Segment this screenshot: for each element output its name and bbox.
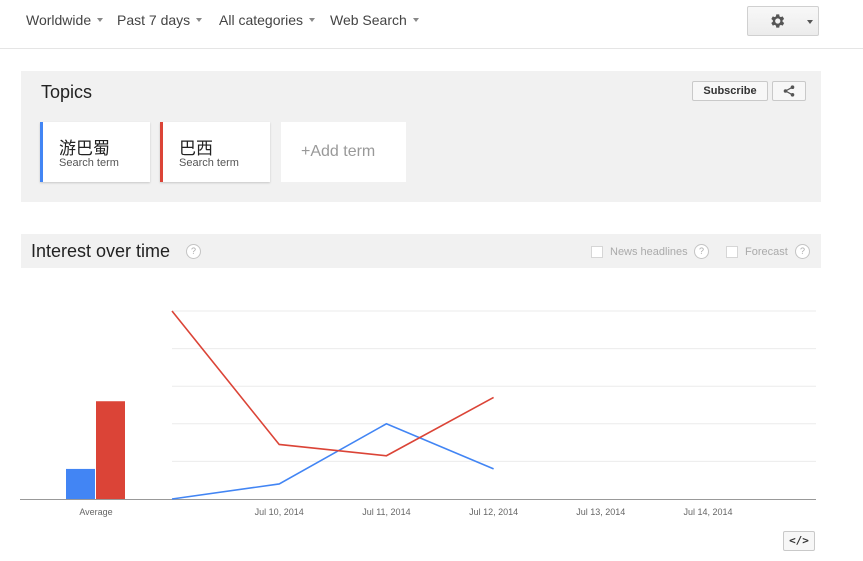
term-color-bar [160,122,163,182]
topics-title: Topics [41,82,93,102]
time-filter[interactable]: Past 7 days [117,12,203,28]
x-tick-label: Jul 11, 2014 [362,507,410,517]
search-type-filter[interactable]: Web Search [330,12,419,28]
time-filter-label: Past 7 days [117,12,191,28]
category-filter-label: All categories [219,12,304,28]
topics-panel: Topics Subscribe 游巴蜀 Search term 巴西 Sear… [21,71,821,202]
term-type: Search term [179,157,239,169]
term-type: Search term [59,157,119,169]
x-tick-label: Jul 13, 2014 [576,507,625,517]
gear-icon [771,14,785,28]
add-term-label: +Add term [301,143,376,160]
term-name: 巴西 [179,139,213,158]
share-button[interactable] [772,81,806,101]
term-card-2[interactable]: 巴西 Search term [160,122,270,182]
average-bar [66,468,95,499]
embed-button[interactable]: </> [783,531,815,551]
chevron-down-icon [196,18,203,23]
term-color-bar [40,122,43,182]
chart-gridlines [20,310,816,500]
news-headlines-label: News headlines [610,246,688,258]
interest-over-time-title: Interest over time [31,241,171,261]
interest-over-time-header: Interest over time ? News headlines ? Fo… [21,234,821,268]
help-icon[interactable]: ? [694,244,709,259]
chevron-down-icon [807,20,813,24]
region-filter-label: Worldwide [26,12,92,28]
x-tick-label: Jul 10, 2014 [255,507,304,517]
forecast-label: Forecast [745,246,788,258]
chart-lines [171,310,494,500]
share-icon [783,85,795,97]
help-icon[interactable]: ? [186,244,201,259]
chevron-down-icon [97,18,104,23]
subscribe-button[interactable]: Subscribe [692,81,768,101]
average-label: Average [79,507,112,517]
settings-button[interactable] [747,6,819,36]
term-card-1[interactable]: 游巴蜀 Search term [40,122,150,182]
news-headlines-checkbox[interactable] [591,246,603,258]
term-name: 游巴蜀 [59,139,110,158]
chevron-down-icon [309,18,316,23]
add-term-button[interactable]: +Add term [281,122,406,182]
help-icon[interactable]: ? [795,244,810,259]
x-tick-label: Jul 14, 2014 [683,507,732,517]
filter-bar: Worldwide Past 7 days All categories Web… [0,0,863,49]
search-type-filter-label: Web Search [330,12,407,28]
average-bars [66,401,125,499]
average-bar [96,401,125,499]
interest-chart: Average Jul 10, 2014 Jul 11, 2014 Jul 12, 2… [20,310,816,517]
series-line [171,310,494,457]
chart-tick-labels: Average Jul 10, 2014 Jul 11, 2014 Jul 12, 2… [79,507,732,517]
forecast-checkbox[interactable] [726,246,738,258]
region-filter[interactable]: Worldwide [26,12,104,28]
category-filter[interactable]: All categories [219,12,316,28]
x-tick-label: Jul 12, 2014 [469,507,518,517]
chevron-down-icon [412,18,419,23]
